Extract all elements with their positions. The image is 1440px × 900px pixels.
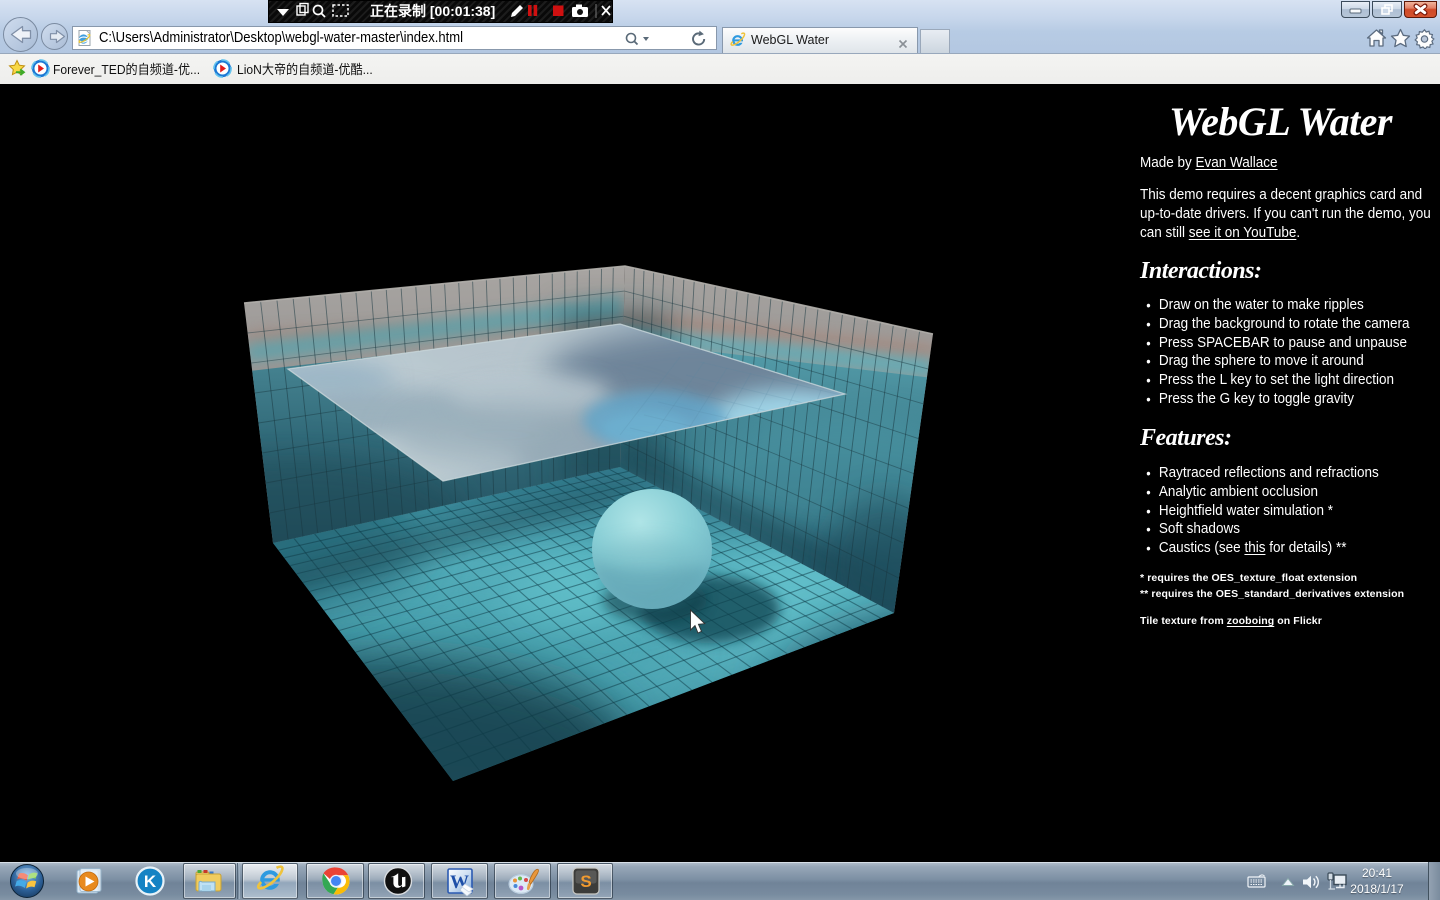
svg-text:K: K (144, 872, 157, 891)
svg-text:正在录制 [00:01:38]: 正在录制 [00:01:38] (370, 3, 495, 19)
svg-text:S: S (580, 872, 591, 891)
